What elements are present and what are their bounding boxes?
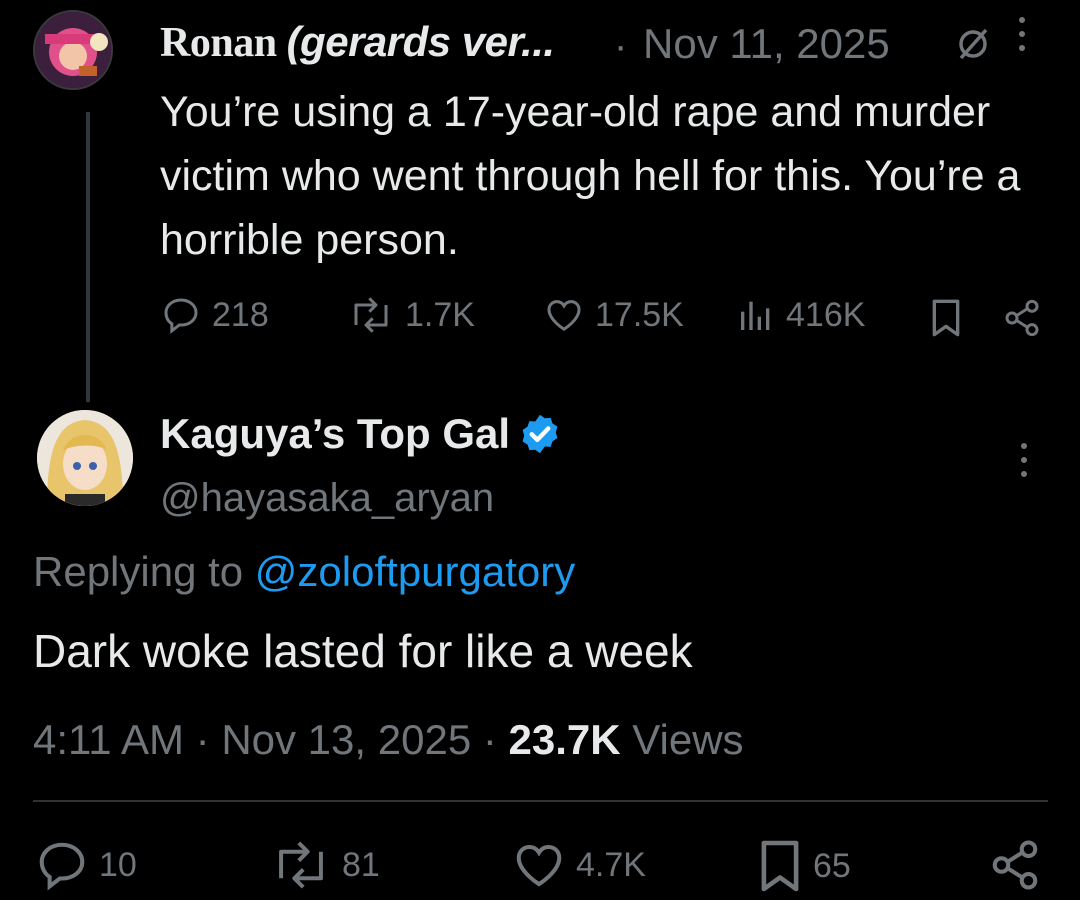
parent-tweet-text: You’re using a 17-year-old rape and murd… — [160, 88, 1021, 264]
parent-name-italic: (gerards ver... — [286, 18, 555, 65]
heart-icon — [516, 844, 562, 887]
parent-views-count: 416K — [786, 295, 866, 334]
separator-dot: · — [614, 24, 628, 68]
main-like-count: 4.7K — [576, 845, 646, 884]
heart-icon — [547, 300, 581, 331]
main-reply-button[interactable]: 10 — [35, 838, 137, 892]
bookmark-icon — [932, 299, 960, 337]
main-display-name[interactable]: Kaguya’s Top Gal — [160, 410, 562, 458]
avatar-parent[interactable] — [33, 10, 113, 90]
thread-connector-line — [86, 112, 90, 402]
meta-dot: · — [195, 716, 210, 763]
avatar-image — [37, 410, 133, 506]
parent-share-button[interactable] — [1002, 298, 1042, 343]
main-like-button[interactable]: 4.7K — [512, 838, 646, 892]
divider — [33, 800, 1048, 802]
tweet-time[interactable]: 4:11 AM — [33, 716, 184, 763]
share-icon — [1005, 299, 1039, 337]
tweet-date[interactable]: Nov 13, 2025 — [221, 716, 471, 763]
parent-retweet-count: 1.7K — [405, 295, 475, 334]
parent-reply-count: 218 — [212, 295, 269, 334]
main-bookmark-button[interactable]: 65 — [757, 838, 851, 894]
main-name-text: Kaguya’s Top Gal — [160, 410, 511, 457]
reply-bubble-icon — [164, 298, 198, 334]
parent-name-prefix: Ronan — [160, 20, 287, 66]
more-vertical-icon[interactable] — [1018, 440, 1030, 480]
parent-display-name[interactable]: Ronan (gerards ver... — [160, 18, 555, 67]
parent-retweet-button[interactable]: 1.7K — [347, 295, 475, 335]
parent-like-count: 17.5K — [595, 295, 684, 334]
more-vertical-icon[interactable] — [1016, 14, 1028, 54]
share-icon — [992, 840, 1038, 890]
main-retweet-button[interactable]: 81 — [270, 838, 380, 892]
parent-views-button[interactable]: 416K — [736, 295, 865, 335]
muted-slash-icon — [955, 26, 991, 62]
retweet-icon — [279, 841, 323, 889]
main-reply-count: 10 — [99, 845, 137, 884]
retweet-icon — [354, 297, 388, 333]
bookmark-icon — [761, 840, 799, 892]
meta-dot: · — [482, 716, 497, 763]
avatar-main[interactable] — [37, 410, 133, 506]
main-handle[interactable]: @hayasaka_aryan — [160, 476, 494, 521]
parent-like-button[interactable]: 17.5K — [543, 295, 684, 335]
replying-prefix: Replying to — [33, 548, 244, 595]
views-count: 23.7K — [508, 716, 621, 763]
avatar-image — [35, 12, 111, 88]
views-label: Views — [632, 716, 744, 763]
replying-to: Replying to @zoloftpurgatory — [33, 548, 575, 596]
views-bars-icon — [741, 301, 770, 330]
parent-bookmark-button[interactable] — [928, 298, 964, 343]
main-share-button[interactable] — [988, 838, 1042, 897]
parent-reply-button[interactable]: 218 — [160, 295, 269, 335]
tweet-meta: 4:11 AM · Nov 13, 2025 · 23.7K Views — [33, 716, 744, 764]
reply-bubble-icon — [39, 842, 85, 891]
replying-mention-link[interactable]: @zoloftpurgatory — [255, 548, 575, 595]
main-retweet-count: 81 — [342, 845, 380, 884]
main-tweet-text: Dark woke lasted for like a week — [33, 625, 693, 677]
main-bookmark-count: 65 — [813, 846, 851, 885]
parent-date[interactable]: Nov 11, 2025 — [643, 20, 890, 68]
verified-badge-icon — [522, 414, 558, 454]
